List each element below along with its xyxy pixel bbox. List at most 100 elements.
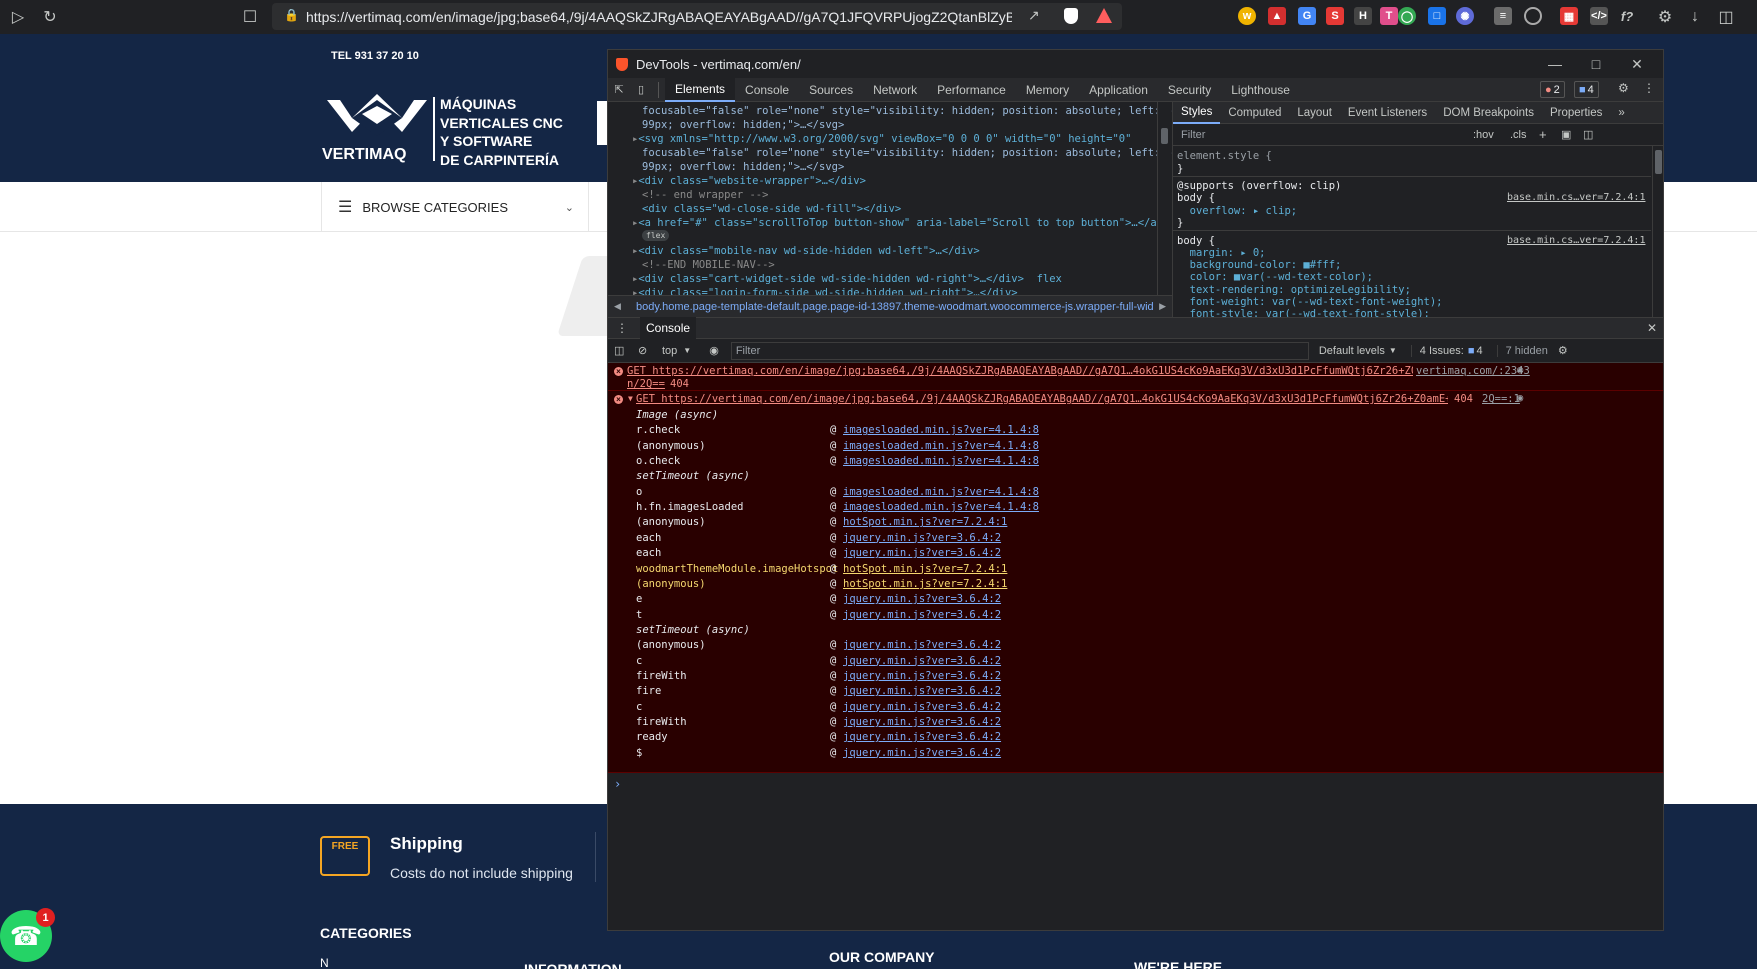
stack-source-link[interactable]: jquery.min.js?ver=3.6.4:2 xyxy=(843,639,1001,651)
tab-dom-breakpoints[interactable]: DOM Breakpoints xyxy=(1435,107,1542,119)
stack-source-link[interactable]: imagesloaded.min.js?ver=4.1.4:8 xyxy=(843,440,1039,452)
hov-toggle[interactable]: :hov xyxy=(1473,129,1494,141)
console-prompt[interactable]: › xyxy=(614,777,621,791)
tab-security[interactable]: Security xyxy=(1158,78,1221,102)
address-bar[interactable]: 🔒 https://vertimaq.com/en/image/jpg;base… xyxy=(272,3,1122,30)
network-icon[interactable]: ◉ xyxy=(1517,364,1523,376)
tab-layout[interactable]: Layout xyxy=(1289,107,1340,119)
tab-network[interactable]: Network xyxy=(863,78,927,102)
add-rule-icon[interactable]: + xyxy=(1539,127,1547,142)
console-output[interactable]: × GET https://vertimaq.com/en/image/jpg;… xyxy=(608,363,1663,930)
tab-elements[interactable]: Elements xyxy=(665,77,736,102)
stack-source-link[interactable]: hotSpot.min.js?ver=7.2.4:1 xyxy=(843,578,1007,590)
stack-source-link[interactable]: imagesloaded.min.js?ver=4.1.4:8 xyxy=(843,455,1039,467)
logo-text[interactable]: VERTIMAQ xyxy=(322,146,406,164)
console-filter-input[interactable]: Filter xyxy=(730,341,1309,360)
breadcrumb-left-icon[interactable]: ◀ xyxy=(614,301,621,312)
stack-source-link[interactable]: jquery.min.js?ver=3.6.4:2 xyxy=(843,532,1001,544)
error-source-link[interactable]: 2Q==:1 xyxy=(1482,393,1520,406)
stack-source-link[interactable]: hotSpot.min.js?ver=7.2.4:1 xyxy=(843,516,1007,528)
stack-source-link[interactable]: jquery.min.js?ver=3.6.4:2 xyxy=(843,593,1001,605)
tab-memory[interactable]: Memory xyxy=(1016,78,1079,102)
dom-line[interactable]: ▸<div class="login-form-side wd-side-hid… xyxy=(632,286,1018,295)
browse-categories-button[interactable]: ☰ BROWSE CATEGORIES ⌄ xyxy=(321,182,589,232)
extension-icon[interactable]: S xyxy=(1326,7,1344,25)
rule-source-link[interactable]: base.min.cs…ver=7.2.4:1 xyxy=(1507,235,1645,246)
extension-icon[interactable]: T xyxy=(1380,7,1398,25)
settings-gear-icon[interactable]: ⚙ xyxy=(1618,81,1629,95)
stack-source-link[interactable]: imagesloaded.min.js?ver=4.1.4:8 xyxy=(843,424,1039,436)
extension-icon[interactable]: ▲ xyxy=(1268,7,1286,25)
stack-source-link[interactable]: jquery.min.js?ver=3.6.4:2 xyxy=(843,701,1001,713)
dom-line[interactable]: ▸<svg xmlns="http://www.w3.org/2000/svg"… xyxy=(632,132,1131,146)
context-selector[interactable]: top ▼ xyxy=(662,345,691,357)
network-icon[interactable]: ◉ xyxy=(1517,392,1523,404)
stack-source-link[interactable]: jquery.min.js?ver=3.6.4:2 xyxy=(843,747,1001,759)
device-toolbar-icon[interactable]: ▯ xyxy=(630,83,652,96)
issues-button[interactable]: 4 Issues: ■ 4 xyxy=(1410,344,1483,357)
extension-icon[interactable]: □ xyxy=(1428,7,1446,25)
phone-number[interactable]: TEL 931 37 20 10 xyxy=(331,50,419,62)
stack-source-link[interactable]: jquery.min.js?ver=3.6.4:2 xyxy=(843,731,1001,743)
breadcrumb[interactable]: ◀ body.home.page-template-default.page.p… xyxy=(608,295,1172,317)
console-settings-gear-icon[interactable]: ⚙ xyxy=(1558,344,1568,357)
styles-scrollbar[interactable] xyxy=(1652,146,1663,317)
stack-source-link[interactable]: jquery.min.js?ver=3.6.4:2 xyxy=(843,716,1001,728)
drawer-menu-icon[interactable]: ⋮ xyxy=(616,321,628,335)
rule-line[interactable]: overflow: ▸ clip; xyxy=(1177,205,1297,218)
footer-n[interactable]: N xyxy=(320,956,329,969)
extension-icon[interactable]: H xyxy=(1354,7,1372,25)
brave-shield-icon[interactable] xyxy=(1064,8,1078,24)
more-options-icon[interactable]: ⋮ xyxy=(1643,81,1655,95)
inspect-icon[interactable]: ⇱ xyxy=(608,83,630,96)
drawer-close-icon[interactable]: ✕ xyxy=(1647,321,1657,335)
close-button[interactable]: ✕ xyxy=(1615,50,1659,78)
tab-console[interactable]: Console xyxy=(735,78,799,102)
puzzle-icon[interactable]: ⚙ xyxy=(1653,5,1677,29)
error-source-link[interactable]: vertimaq.com/:2343 xyxy=(1416,365,1530,378)
log-levels-dropdown[interactable]: Default levels ▼ xyxy=(1319,345,1397,357)
live-expression-eye-icon[interactable]: ◉ xyxy=(709,344,719,357)
code-icon[interactable]: </> xyxy=(1590,7,1608,25)
bookmark-icon[interactable]: ☐ xyxy=(238,5,262,29)
dom-line[interactable]: ▸<a href="#" class="scrollToTop button-s… xyxy=(632,216,1163,230)
stack-source-link[interactable]: imagesloaded.min.js?ver=4.1.4:8 xyxy=(843,501,1039,513)
tab-event-listeners[interactable]: Event Listeners xyxy=(1340,107,1435,119)
extension-icon[interactable]: w xyxy=(1238,7,1256,25)
tab-lighthouse[interactable]: Lighthouse xyxy=(1221,78,1300,102)
download-icon[interactable]: ↓ xyxy=(1683,5,1707,29)
tab-performance[interactable]: Performance xyxy=(927,78,1016,102)
stack-source-link[interactable]: jquery.min.js?ver=3.6.4:2 xyxy=(843,685,1001,697)
brave-rewards-icon[interactable] xyxy=(1096,8,1112,23)
tab-properties[interactable]: Properties xyxy=(1542,107,1610,119)
paint-icon[interactable]: ▣ xyxy=(1561,128,1571,141)
drawer-tab-console[interactable]: Console xyxy=(640,317,697,339)
more-tabs-icon[interactable]: » xyxy=(1610,107,1632,119)
extension-icon[interactable] xyxy=(1524,7,1542,25)
stack-source-link[interactable]: jquery.min.js?ver=3.6.4:2 xyxy=(843,655,1001,667)
console-error-expanded[interactable]: × ▼ GET https://vertimaq.com/en/image/jp… xyxy=(608,391,1663,773)
error-counter[interactable]: ● 2 xyxy=(1540,81,1565,98)
play-icon[interactable]: ▷ xyxy=(6,5,30,29)
dom-line[interactable]: <div class="wd-close-side wd-fill"></div… xyxy=(642,202,901,216)
error-text[interactable]: GET https://vertimaq.com/en/image/jpg;ba… xyxy=(627,365,1413,378)
cls-toggle[interactable]: .cls xyxy=(1510,129,1527,141)
sidebar-toggle-icon[interactable]: ◫ xyxy=(1583,128,1593,141)
message-counter[interactable]: ■ 4 xyxy=(1574,81,1599,98)
sidebar-icon[interactable]: ◫ xyxy=(1714,5,1738,29)
stack-source-link[interactable]: jquery.min.js?ver=3.6.4:2 xyxy=(843,670,1001,682)
elements-scrollbar[interactable] xyxy=(1157,102,1171,295)
tab-application[interactable]: Application xyxy=(1079,78,1158,102)
vertimaq-logo-icon[interactable] xyxy=(322,92,432,142)
tab-styles[interactable]: Styles xyxy=(1173,102,1221,124)
stack-source-link[interactable]: jquery.min.js?ver=3.6.4:2 xyxy=(843,547,1001,559)
tab-computed[interactable]: Computed xyxy=(1220,107,1289,119)
console-sidebar-icon[interactable]: ◫ xyxy=(614,344,630,357)
stack-source-link[interactable]: jquery.min.js?ver=3.6.4:2 xyxy=(843,609,1001,621)
error-text-cont[interactable]: n/2Q== xyxy=(627,378,665,391)
database-icon[interactable]: ≡ xyxy=(1494,7,1512,25)
rule-line[interactable]: color: ■var(--wd-text-color); xyxy=(1177,271,1373,284)
extension-icon[interactable]: ▦ xyxy=(1560,7,1578,25)
dom-line[interactable]: ▸<div class="cart-widget-side wd-side-hi… xyxy=(632,272,1062,286)
stack-source-link[interactable]: hotSpot.min.js?ver=7.2.4:1 xyxy=(843,563,1007,575)
